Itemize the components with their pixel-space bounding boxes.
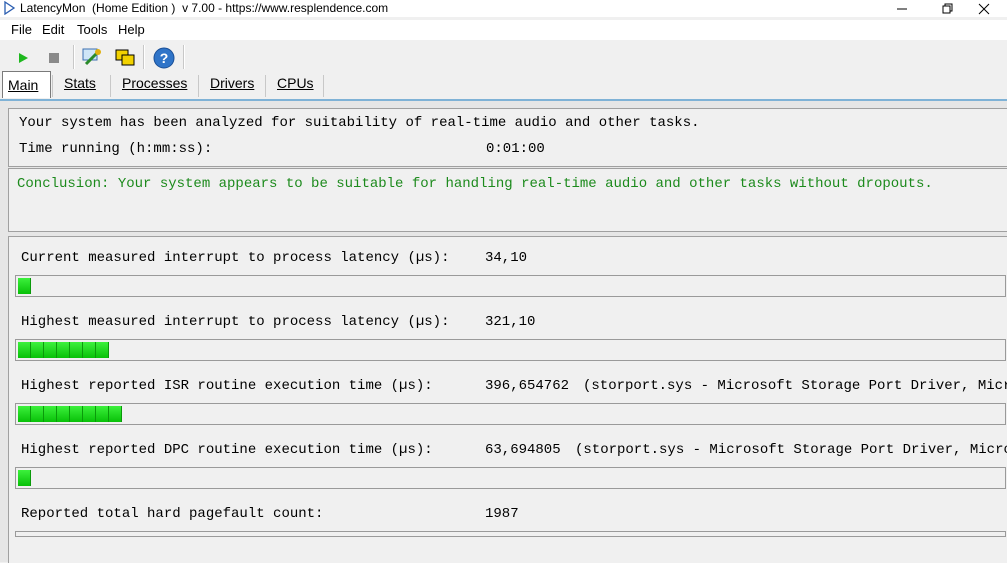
restore-icon (942, 3, 953, 14)
bar-segment (70, 342, 83, 358)
close-button[interactable] (961, 0, 1007, 17)
bar-segment (44, 406, 57, 422)
toolbar: ? (0, 41, 1007, 73)
bar-segment (109, 406, 122, 422)
menu-tools[interactable]: Tools (77, 22, 107, 37)
pagefault-value: 1987 (485, 506, 519, 522)
metric-label: Highest reported ISR routine execution t… (21, 378, 433, 394)
close-icon (978, 3, 990, 15)
bar-segment (44, 342, 57, 358)
time-running-value: 0:01:00 (486, 141, 545, 157)
metric-value: 63,694805 (485, 442, 561, 458)
bar-segment (18, 470, 31, 486)
app-icon (3, 1, 16, 15)
bar-segment (18, 278, 31, 294)
stop-icon (49, 53, 59, 63)
metric-value: 396,654762 (485, 378, 570, 394)
bar-segment (57, 406, 70, 422)
menu-file[interactable]: File (11, 22, 32, 37)
bar-segment (31, 342, 44, 358)
analyze-icon (82, 48, 101, 66)
pagefault-label: Reported total hard pagefault count: (21, 506, 324, 522)
metric-value: 321,10 (485, 314, 536, 330)
toolbar-separator (73, 45, 75, 69)
pagefault-bar (15, 531, 1006, 537)
summary-panel: Your system has been analyzed for suitab… (8, 108, 1007, 167)
start-button[interactable] (11, 44, 35, 70)
latency-bar (15, 467, 1006, 489)
bar-segment (57, 342, 70, 358)
metric-label: Highest measured interrupt to process la… (21, 314, 450, 330)
analyze-button[interactable] (80, 44, 104, 70)
menu-help[interactable]: Help (118, 22, 145, 37)
main-content: Your system has been analyzed for suitab… (0, 99, 1007, 563)
bar-segment (31, 406, 44, 422)
metric-detail: (storport.sys - Microsoft Storage Port D… (575, 442, 1007, 458)
menu-bar: File Edit Tools Help (0, 20, 1007, 40)
metric-label: Current measured interrupt to process la… (21, 250, 450, 266)
help-icon: ? (153, 47, 175, 69)
bar-segment (96, 342, 109, 358)
svg-text:?: ? (160, 50, 169, 66)
metric-detail: (storport.sys - Microsoft Storage Port D… (583, 378, 1007, 394)
summary-text: Your system has been analyzed for suitab… (19, 115, 700, 131)
window-title: LatencyMon (Home Edition ) v 7.00 - http… (20, 1, 389, 15)
conclusion-panel: Conclusion: Your system appears to be su… (8, 168, 1007, 232)
bar-segment (18, 406, 31, 422)
play-icon (19, 53, 28, 63)
toolbar-separator (183, 45, 185, 69)
metrics-panel: Current measured interrupt to process la… (8, 236, 1007, 563)
windows-icon (115, 49, 135, 66)
bar-segment (83, 406, 96, 422)
latency-bar (15, 403, 1006, 425)
minimize-icon (897, 8, 907, 10)
bar-segment (18, 342, 31, 358)
windows-button[interactable] (113, 44, 137, 70)
metric-label: Highest reported DPC routine execution t… (21, 442, 433, 458)
tab-main[interactable]: Main (2, 71, 51, 98)
tab-drivers[interactable]: Drivers (210, 75, 254, 97)
bar-segment (96, 406, 109, 422)
bar-segment (83, 342, 96, 358)
stop-button[interactable] (43, 44, 67, 70)
tab-bar: Main Stats Processes Drivers CPUs (0, 71, 1007, 99)
minimize-button[interactable] (879, 0, 925, 17)
time-running-label: Time running (h:mm:ss): (19, 141, 213, 157)
title-bar: LatencyMon (Home Edition ) v 7.00 - http… (0, 0, 1007, 17)
metric-value: 34,10 (485, 250, 528, 266)
help-button[interactable]: ? (152, 44, 176, 70)
toolbar-separator (143, 45, 145, 69)
menu-edit[interactable]: Edit (42, 22, 64, 37)
tab-stats[interactable]: Stats (64, 75, 96, 97)
latency-bar (15, 275, 1006, 297)
bar-segment (70, 406, 83, 422)
latency-bar (15, 339, 1006, 361)
tab-processes[interactable]: Processes (122, 75, 187, 97)
conclusion-text: Conclusion: Your system appears to be su… (17, 176, 933, 192)
tab-cpus[interactable]: CPUs (277, 75, 314, 97)
